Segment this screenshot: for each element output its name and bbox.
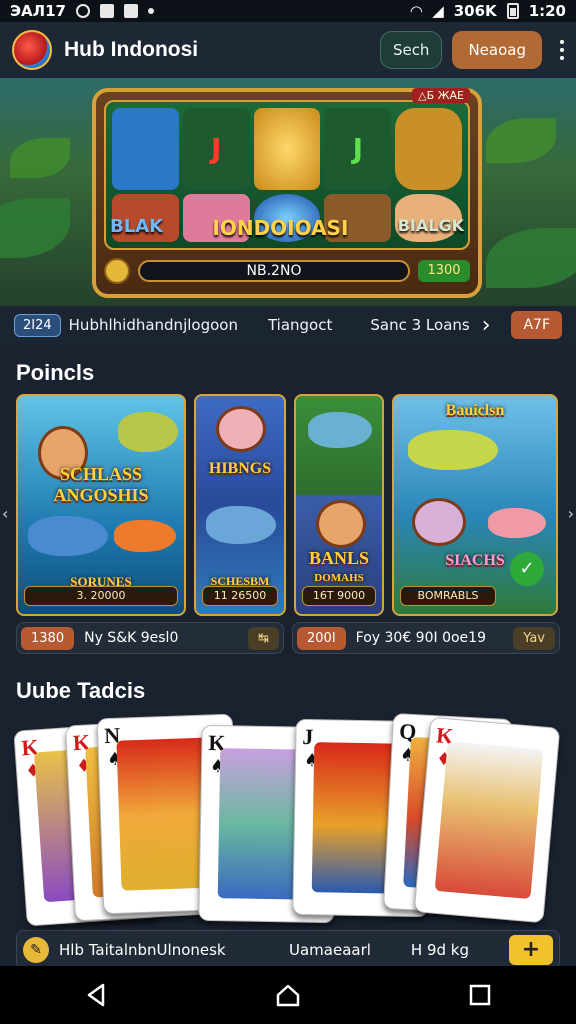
slot-label-right: BIALGK — [397, 216, 464, 235]
game-bar: 16T 9000 — [302, 586, 376, 606]
app-bar: Hub Indonosi Sech Neaoag — [0, 22, 576, 78]
ticker-button[interactable]: A7F — [511, 311, 562, 339]
slot-badge: △Б ЖАЕ — [412, 88, 470, 103]
coin-icon — [104, 258, 130, 284]
reel-symbol — [253, 108, 321, 190]
prize-text: Ny S&K 9esl0 — [84, 630, 179, 646]
game-title: BANLS — [308, 548, 370, 568]
game-card[interactable]: SCHLASS ANGOSHIS SORUNES 3. 20000 — [16, 394, 186, 616]
slot-win[interactable]: 1300 — [418, 260, 470, 282]
game-subtitle: DOMAHS — [314, 572, 364, 584]
search-button[interactable]: Sech — [379, 31, 443, 69]
game-bar: BOMRABLS — [400, 586, 496, 606]
status-bar: ЭАЛ17 ◠ ◢ 306K 1:20 — [0, 0, 576, 22]
notification-dot-icon — [147, 8, 154, 14]
fish-art — [118, 412, 178, 452]
character-art — [216, 406, 266, 452]
wrench-icon[interactable]: ✎ — [23, 937, 49, 963]
slot-label-center: IONDOIOASI — [212, 216, 349, 240]
check-icon[interactable]: ✓ — [510, 552, 544, 586]
fish-art — [114, 520, 176, 552]
sync-icon — [75, 4, 90, 18]
signal-icon: ◢ — [432, 2, 444, 20]
back-icon[interactable] — [83, 982, 109, 1008]
prize-action-icon[interactable]: ↹ — [248, 626, 279, 650]
game-card[interactable]: HIBNGS SCHESBM 11 26500 — [194, 394, 286, 616]
card-fan: K ♦ K ♦ N ♠ K ♠ J ♠ Q ♠ K ♦ — [13, 712, 561, 927]
games-carousel: ‹ SCHLASS ANGOSHIS SORUNES 3. 20000 HIBN… — [0, 394, 576, 616]
card-art — [434, 741, 544, 900]
prize-chip: 200I — [297, 626, 346, 650]
reel-symbol: J — [182, 108, 250, 190]
battery-icon — [506, 3, 519, 19]
app-logo[interactable] — [12, 30, 52, 70]
prize-item[interactable]: 1380 Ny S&K 9esl0 ↹ — [16, 622, 284, 654]
prize-chip: 1380 — [21, 626, 75, 650]
promo-ticker: 2I24 Hubhlhidhandnjlogoon Tiangoct Sanc … — [0, 306, 576, 344]
system-navigation-bar — [0, 966, 576, 1024]
section-title-cards: Uube Tadcis — [16, 678, 146, 703]
slot-labels: BLAK IONDOIOASI BIALGK — [110, 216, 464, 240]
bottom-info-bar: ✎ Hlb TaitalnbnUlnonesk Uamaeaarl H 9d k… — [16, 930, 560, 970]
ticker-text: Tiangoct — [267, 316, 333, 334]
bottom-bar-center: Uamaeaarl — [288, 941, 371, 959]
game-card[interactable]: BANLS DOMAHS 16T 9000 — [294, 394, 384, 616]
recent-apps-icon[interactable] — [467, 982, 493, 1008]
reel-symbol — [395, 108, 462, 190]
wifi-icon: ◠ — [410, 2, 423, 20]
status-time: 1:20 — [528, 2, 566, 20]
add-button[interactable]: + — [509, 935, 553, 965]
ticker-text: Hubhlhidhandnjlogoon — [68, 316, 238, 334]
status-network: 306K — [453, 2, 497, 20]
chevron-right-icon[interactable]: › — [568, 504, 574, 523]
game-title: SCHLASS ANGOSHIS — [53, 464, 149, 505]
fish-art — [28, 516, 108, 556]
prize-text: Foy 30€ 90I 0oe19 — [355, 630, 486, 646]
slot-controls: NB.2NO 1300 — [104, 258, 470, 284]
bottom-bar-title: Hlb TaitalnbnUlnonesk — [59, 941, 226, 959]
chevron-right-icon[interactable]: › — [482, 313, 491, 338]
bottom-bar-right: H 9d kg — [410, 941, 469, 959]
reel-symbol — [112, 108, 179, 190]
chevron-left-icon[interactable]: ‹ — [2, 504, 8, 523]
slot-label-left: BLAK — [110, 216, 164, 237]
fish-art — [206, 506, 276, 544]
playing-card[interactable]: K ♦ — [413, 716, 561, 924]
slot-meter: NB.2NO — [138, 260, 410, 282]
fish-art — [488, 508, 546, 538]
slot-machine[interactable]: △Б ЖАЕ J J BLAK IONDOIOASI BIALGK NB.2NO… — [92, 88, 482, 298]
reel-symbol: J — [324, 108, 392, 190]
mail-icon — [123, 4, 138, 18]
game-card[interactable]: Bauiclsn SIACHS BOMRABLS ✓ — [392, 394, 558, 616]
image-icon — [99, 4, 114, 18]
register-button[interactable]: Neaoag — [452, 31, 542, 69]
hero-banner[interactable]: △Б ЖАЕ J J BLAK IONDOIOASI BIALGK NB.2NO… — [0, 78, 576, 306]
ticker-tag: 2I24 — [14, 313, 61, 337]
game-bar: 11 26500 — [202, 586, 278, 606]
game-title: HIBNGS — [208, 460, 272, 477]
game-bar: 3. 20000 — [24, 586, 178, 606]
prize-action-button[interactable]: Yav — [513, 626, 555, 650]
more-menu-icon[interactable] — [560, 40, 564, 60]
character-art — [316, 500, 366, 548]
ticker-text: Sanc 3 Loans — [370, 316, 470, 334]
app-title: Hub Indonosi — [64, 38, 199, 61]
prize-row: 1380 Ny S&K 9esl0 ↹ 200I Foy 30€ 90I 0oe… — [0, 616, 576, 654]
card-rank: J — [302, 723, 314, 750]
fish-art — [308, 412, 372, 448]
prize-item[interactable]: 200I Foy 30€ 90I 0oe19 Yav — [292, 622, 560, 654]
section-title-games: Poincls — [16, 360, 95, 385]
home-icon[interactable] — [275, 982, 301, 1008]
status-carrier: ЭАЛ17 — [10, 2, 66, 20]
fish-art — [408, 430, 498, 470]
character-art — [412, 498, 466, 546]
game-title: Bauiclsn — [445, 402, 505, 419]
